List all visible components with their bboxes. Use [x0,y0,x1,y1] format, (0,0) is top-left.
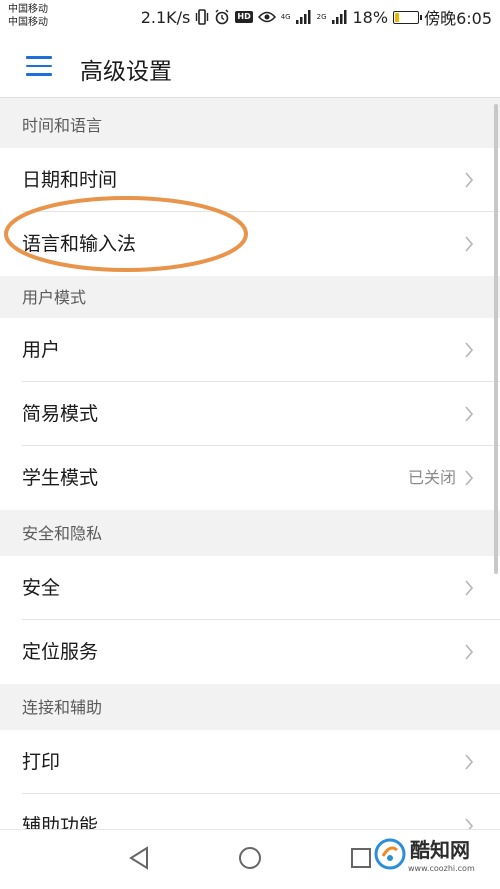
app-bar: 高级设置 [0,34,500,98]
chevron-right-icon [465,406,474,422]
row-label: 安全 [22,577,61,599]
row-label: 定位服务 [22,641,99,663]
watermark-logo: 酷知网 www.coozhi.com [370,832,490,886]
row-location-services[interactable]: 定位服务 [0,620,500,684]
chevron-right-icon [465,172,474,188]
watermark-url: www.coozhi.com [408,864,475,873]
carrier-2: 中国移动 [8,17,48,28]
eye-icon [257,11,276,23]
back-icon[interactable] [128,846,150,870]
battery-icon [393,10,423,24]
row-status-value: 已关闭 [407,468,456,487]
row-language-input[interactable]: 语言和输入法 [0,212,500,276]
chevron-right-icon [465,580,474,596]
row-label: 简易模式 [22,403,99,425]
row-label: 语言和输入法 [22,233,137,255]
row-label: 打印 [22,751,61,773]
row-label: 学生模式 [22,467,99,489]
clock: 傍晚6:05 [424,9,492,28]
chevron-right-icon [465,644,474,660]
coozhi-logo-icon [374,838,406,870]
section-header-user-mode: 用户模式 [0,276,500,320]
scrollbar[interactable] [494,104,498,574]
row-label: 用户 [22,339,61,361]
section-header-security-privacy: 安全和隐私 [0,512,500,556]
row-simple-mode[interactable]: 简易模式 [0,382,500,446]
row-security[interactable]: 安全 [0,556,500,620]
carrier-1: 中国移动 [8,4,48,15]
chevron-right-icon [465,342,474,358]
row-print[interactable]: 打印 [0,730,500,794]
chevron-right-icon [465,470,474,486]
row-student-mode[interactable]: 学生模式 已关闭 [0,446,500,510]
row-label: 日期和时间 [22,169,118,191]
signal-icon [331,10,346,24]
section-header-connect-assist: 连接和辅助 [0,686,500,730]
signal-icon [295,10,311,24]
menu-icon[interactable] [26,56,52,76]
section-header-time-language: 时间和语言 [0,104,500,148]
battery-percent: 18% [352,7,389,27]
sim1-network-type: 4G [280,13,291,21]
vibrate-icon [196,9,209,25]
carrier-names: 中国移动 中国移动 [8,3,48,29]
hd-icon: HD [235,11,253,23]
chevron-right-icon [465,236,474,252]
recent-apps-icon[interactable] [350,846,372,870]
battery-level [395,12,400,22]
sim2-network-type: 2G [316,13,327,21]
net-speed: 2.1K/s [140,7,191,27]
page-title: 高级设置 [80,59,172,85]
alarm-icon [215,9,229,25]
row-date-time[interactable]: 日期和时间 [0,148,500,212]
chevron-right-icon [465,754,474,770]
home-icon[interactable] [238,846,262,870]
row-user[interactable]: 用户 [0,318,500,382]
status-bar: 中国移动 中国移动 2.1K/s HD 4G 2G 18% 傍晚6:05 [0,0,500,34]
status-icons: 2.1K/s HD 4G 2G 18% 傍晚6:05 [140,6,492,29]
watermark-name: 酷知网 [410,838,470,862]
